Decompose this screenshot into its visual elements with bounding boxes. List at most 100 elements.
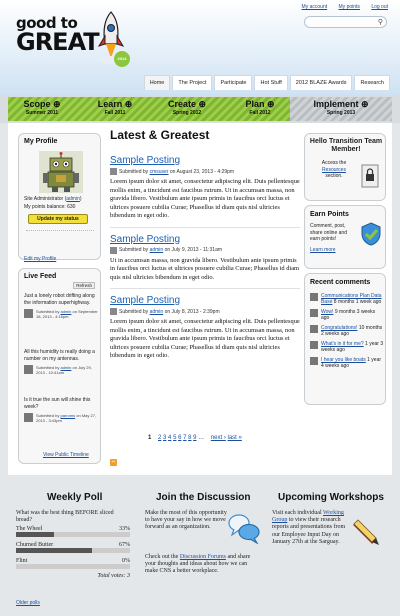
search-input[interactable]: ⚲	[304, 16, 387, 28]
poll-option-label: The Wheel	[16, 526, 43, 532]
update-status-button[interactable]: Update my status	[28, 214, 88, 224]
page-link[interactable]: 9	[193, 435, 196, 441]
profile-user-link[interactable]: admin	[66, 196, 80, 202]
phase-scope-name: Scope	[23, 99, 51, 109]
poll-bar-track	[16, 548, 130, 553]
nav-research[interactable]: Research	[354, 75, 390, 90]
phase-scope-date: Summer 2011	[25, 110, 59, 116]
logout-link[interactable]: Log out	[371, 4, 388, 10]
nav-participate[interactable]: Participate	[214, 75, 253, 90]
page-link[interactable]: 7	[183, 435, 186, 441]
page-link[interactable]: 5	[173, 435, 176, 441]
page-link[interactable]: 2	[158, 435, 161, 441]
learn-more-link[interactable]: Learn more	[310, 247, 336, 253]
transition-title: Hello Transition Team Member!	[309, 138, 383, 153]
nav-hot-stuff[interactable]: Hot Stuff	[254, 75, 288, 90]
next-page-link[interactable]: next ›	[211, 435, 226, 441]
phase-implement[interactable]: Implement ⊕ Spring 2013	[306, 99, 376, 116]
nav-home[interactable]: Home	[143, 75, 171, 90]
post-divider	[110, 226, 300, 228]
comment-item: I hear you like boats 1 year 4 weeks ago	[310, 357, 384, 369]
phase-plan-name: Plan	[245, 99, 265, 109]
comment-ago: 8 months 1 week ago	[333, 299, 382, 305]
logo-line2: GREAT	[16, 28, 100, 56]
page-link[interactable]: 8	[188, 435, 191, 441]
workshops-text: Visit each individual Working Group to v…	[272, 510, 354, 546]
user-avatar	[310, 309, 318, 317]
comment-item: What's in it for me? 1 year 3 weeks ago	[310, 341, 384, 353]
section-heading: Latest & Greatest	[110, 128, 210, 142]
last-page-link[interactable]: last »	[228, 435, 242, 441]
poll-pct-value: 33	[119, 526, 125, 532]
site-logo[interactable]: good to GREAT 2014	[16, 10, 130, 72]
feed-item-text: All this humidity is really doing a numb…	[24, 349, 95, 362]
user-avatar	[110, 246, 117, 254]
workshops-text1: Visit each individual	[272, 510, 322, 516]
main-nav: Home The Project Participate Hot Stuff 2…	[142, 75, 390, 90]
profile-role: Site Administrator (admin)	[24, 196, 82, 202]
user-avatar	[110, 168, 117, 175]
page-link[interactable]: 3	[163, 435, 166, 441]
nav-the-project[interactable]: The Project	[172, 75, 213, 90]
comment-item: Congratulations! 10 months 2 weeks ago	[310, 325, 384, 337]
comments-list: Communications Plan Data Base 8 months 1…	[310, 293, 384, 373]
plus-icon: ⊕	[52, 99, 61, 109]
document-lock-icon	[361, 164, 379, 188]
user-avatar[interactable]	[24, 309, 33, 318]
phase-scope[interactable]: Scope ⊕ Summer 2011	[12, 99, 72, 116]
meta-date: on July 9, 2013 - 11:31am	[164, 247, 223, 253]
my-account-link[interactable]: My account	[302, 4, 328, 10]
workshops-title: Upcoming Workshops	[278, 492, 384, 503]
poll-bar-track	[16, 532, 130, 537]
post-title-link[interactable]: Sample Posting	[110, 234, 300, 245]
site-header: good to GREAT 2014 My account My points …	[0, 0, 400, 95]
page-ellipsis: …	[198, 435, 205, 441]
user-avatar	[310, 341, 318, 349]
feed-item-meta: Submitted by parroms on May 27, 2013 - 3…	[24, 413, 98, 423]
post-title-link[interactable]: Sample Posting	[110, 155, 300, 166]
post-divider	[110, 288, 300, 289]
resources-link[interactable]: Resources	[322, 167, 346, 173]
post-meta: Submitted by cmsuser on August 23, 2013 …	[110, 168, 300, 175]
phase-plan[interactable]: Plan ⊕ Fall 2012	[230, 99, 290, 116]
poll-option-pct: 67%	[119, 542, 130, 548]
post-title-link[interactable]: Sample Posting	[110, 295, 300, 306]
post-author-link[interactable]: cmsuser	[150, 169, 169, 175]
recent-comments-title: Recent comments	[310, 279, 371, 286]
older-polls-link[interactable]: Older polls	[16, 600, 40, 606]
poll-total: Total votes: 3	[97, 573, 130, 579]
user-avatar	[110, 308, 117, 315]
search-icon[interactable]: ⚲	[378, 18, 383, 26]
page-link[interactable]: 6	[178, 435, 181, 441]
my-points-link[interactable]: My points	[339, 4, 360, 10]
view-timeline-link[interactable]: View Public Timeline	[43, 452, 89, 458]
discussion-text2a: Check out the	[145, 554, 179, 560]
post-meta: Submitted by admin on July 8, 2013 - 2:3…	[110, 308, 300, 315]
poll-bar	[16, 548, 93, 553]
meta-date: on August 23, 2013 - 4:29pm	[169, 168, 235, 175]
phase-learn[interactable]: Learn ⊕ Fall 2011	[85, 99, 145, 116]
page-link[interactable]: 4	[168, 435, 171, 441]
user-avatar[interactable]	[24, 413, 33, 422]
post: Sample Posting Submitted by admin on Jul…	[110, 234, 300, 283]
poll-title: Weekly Poll	[47, 492, 103, 503]
poll-option-pct: 33%	[119, 526, 130, 532]
post-author-link[interactable]: admin	[150, 247, 164, 253]
rss-icon[interactable]: ∾	[110, 459, 117, 466]
phase-learn-date: Fall 2011	[104, 110, 126, 116]
poll-pct-value: 0	[122, 558, 125, 564]
comment-item: Wow! 9 months 3 weeks ago	[310, 309, 384, 321]
edit-profile-link[interactable]: Edit my Profile	[24, 256, 56, 262]
discussion-forums-link[interactable]: Discussion Forums	[180, 554, 226, 560]
nav-blaze-awards[interactable]: 2012 BLAZE Awards	[289, 75, 353, 90]
main-area: My Profile Site Administrator (admin) My…	[8, 123, 392, 475]
discussion-text2: Check out the Discussion Forums and shar…	[145, 554, 255, 576]
poll-question: What was the best thing BEFORE sliced br…	[16, 510, 114, 523]
post-author-link[interactable]: admin	[150, 309, 164, 315]
phase-create[interactable]: Create ⊕ Spring 2012	[157, 99, 217, 116]
robot-avatar[interactable]	[39, 151, 83, 193]
refresh-button[interactable]: Refresh	[73, 282, 95, 289]
user-avatar	[310, 325, 318, 333]
feed-user-link[interactable]: parroms	[60, 413, 75, 418]
user-avatar[interactable]	[24, 365, 33, 374]
